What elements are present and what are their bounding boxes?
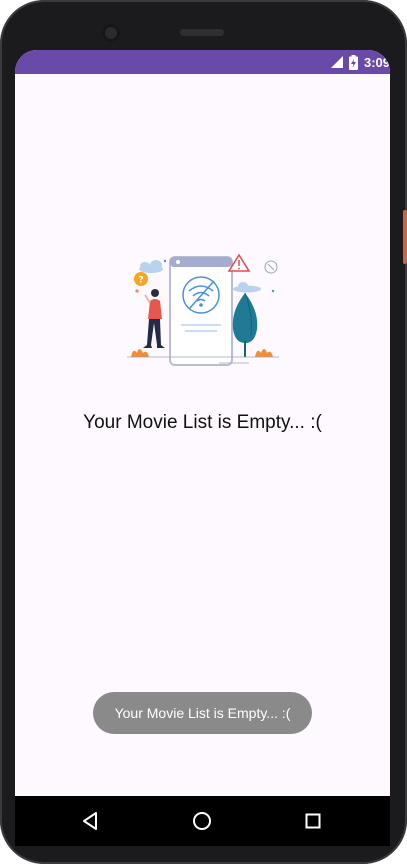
home-icon[interactable] (189, 808, 215, 834)
phone-frame: 3:09 ? Your Movie List is Empty...:(Yo… (0, 0, 407, 864)
no-connection-illustration: ? (127, 253, 279, 366)
tree-icon (232, 292, 258, 357)
person-figure (143, 289, 165, 348)
back-icon[interactable] (78, 808, 104, 834)
battery-icon (348, 54, 358, 70)
recents-icon[interactable] (300, 808, 326, 834)
status-indicators: 3:09 (330, 50, 390, 74)
cloud-icon (139, 260, 163, 273)
signal-icon (330, 56, 343, 68)
status-bar: 3:09 (15, 50, 390, 74)
empty-state-message: Your Movie List is Empty... :( (83, 412, 322, 433)
earpiece-speaker (180, 29, 224, 36)
status-time: 3:09 (363, 54, 390, 70)
toast-message: Your Movie List is Empty... :( (93, 692, 312, 734)
power-button (403, 210, 407, 264)
app-screen: 3:09 ? Your Movie List is Empty...:(Yo… (15, 50, 390, 846)
navigation-bar (15, 796, 390, 846)
front-camera (102, 24, 120, 42)
svg-text:?: ? (138, 276, 143, 286)
question-icon: ? (134, 272, 148, 286)
